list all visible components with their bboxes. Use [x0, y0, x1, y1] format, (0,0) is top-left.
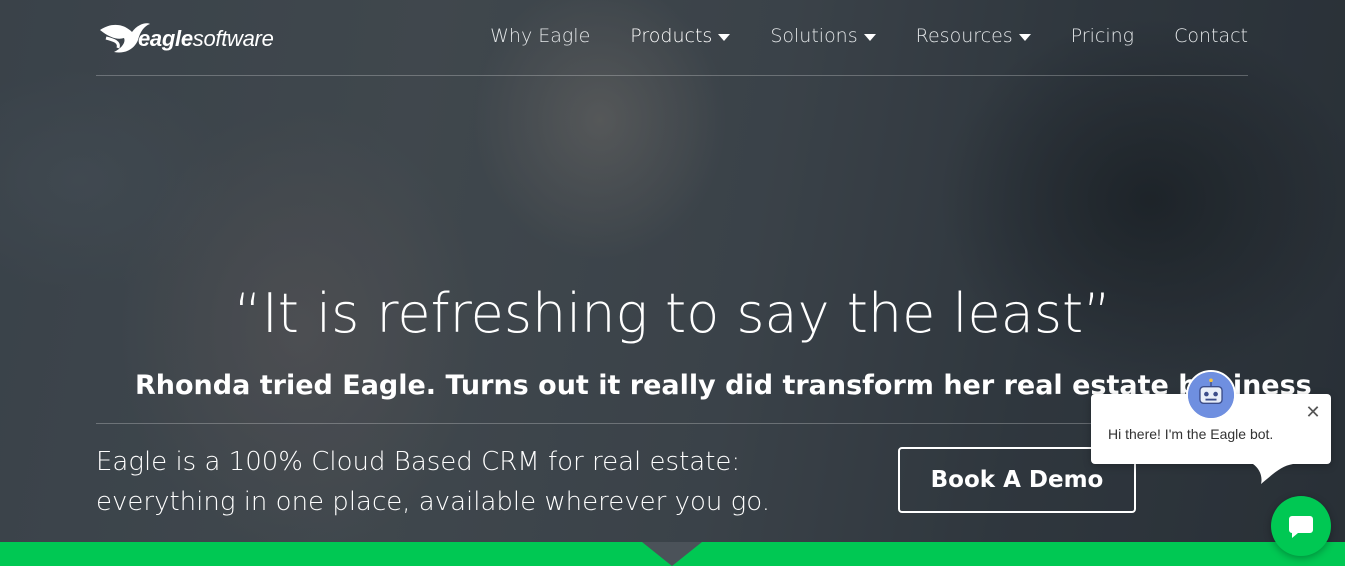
eagle-bot-avatar	[1186, 370, 1236, 420]
logo-wordmark: eaglesoftware	[138, 26, 274, 51]
green-band-notch	[642, 542, 702, 566]
close-icon[interactable]: ✕	[1303, 402, 1323, 423]
hero-divider	[96, 423, 1248, 424]
nav-pricing-label: Pricing	[1070, 25, 1135, 47]
chat-bubble-icon	[1289, 516, 1313, 538]
tagline-line-1: Eagle is a 100% Cloud Based CRM for real…	[96, 447, 741, 477]
main-nav: Why Eagle Products Solutions Resources P…	[490, 20, 1248, 52]
hero-quote: “It is refreshing to say the least”	[233, 282, 1112, 345]
nav-pricing[interactable]: Pricing	[1071, 25, 1134, 47]
nav-why-eagle[interactable]: Why Eagle	[490, 25, 590, 47]
eagle-software-logo[interactable]: eaglesoftware	[98, 10, 298, 56]
chat-greeting-text: Hi there! I'm the Eagle bot.	[1108, 426, 1274, 442]
hero-tagline: Eagle is a 100% Cloud Based CRM for real…	[96, 442, 816, 522]
nav-solutions-label: Solutions	[770, 25, 858, 47]
nav-solutions[interactable]: Solutions	[770, 25, 876, 47]
nav-resources-label: Resources	[915, 25, 1013, 47]
chat-launcher-button[interactable]	[1271, 496, 1331, 556]
caret-down-icon	[718, 33, 731, 41]
nav-products[interactable]: Products	[630, 25, 731, 47]
chat-bubble-tail	[1253, 464, 1293, 484]
nav-products-label: Products	[630, 25, 713, 47]
tagline-line-2: everything in one place, available where…	[96, 487, 770, 517]
nav-divider	[96, 75, 1248, 76]
caret-down-icon	[863, 33, 876, 41]
nav-contact[interactable]: Contact	[1174, 25, 1248, 47]
bot-robot-icon	[1188, 372, 1234, 418]
caret-down-icon	[1018, 33, 1031, 41]
nav-contact-label: Contact	[1174, 25, 1248, 47]
nav-why-eagle-label: Why Eagle	[490, 25, 591, 47]
nav-resources[interactable]: Resources	[916, 25, 1031, 47]
